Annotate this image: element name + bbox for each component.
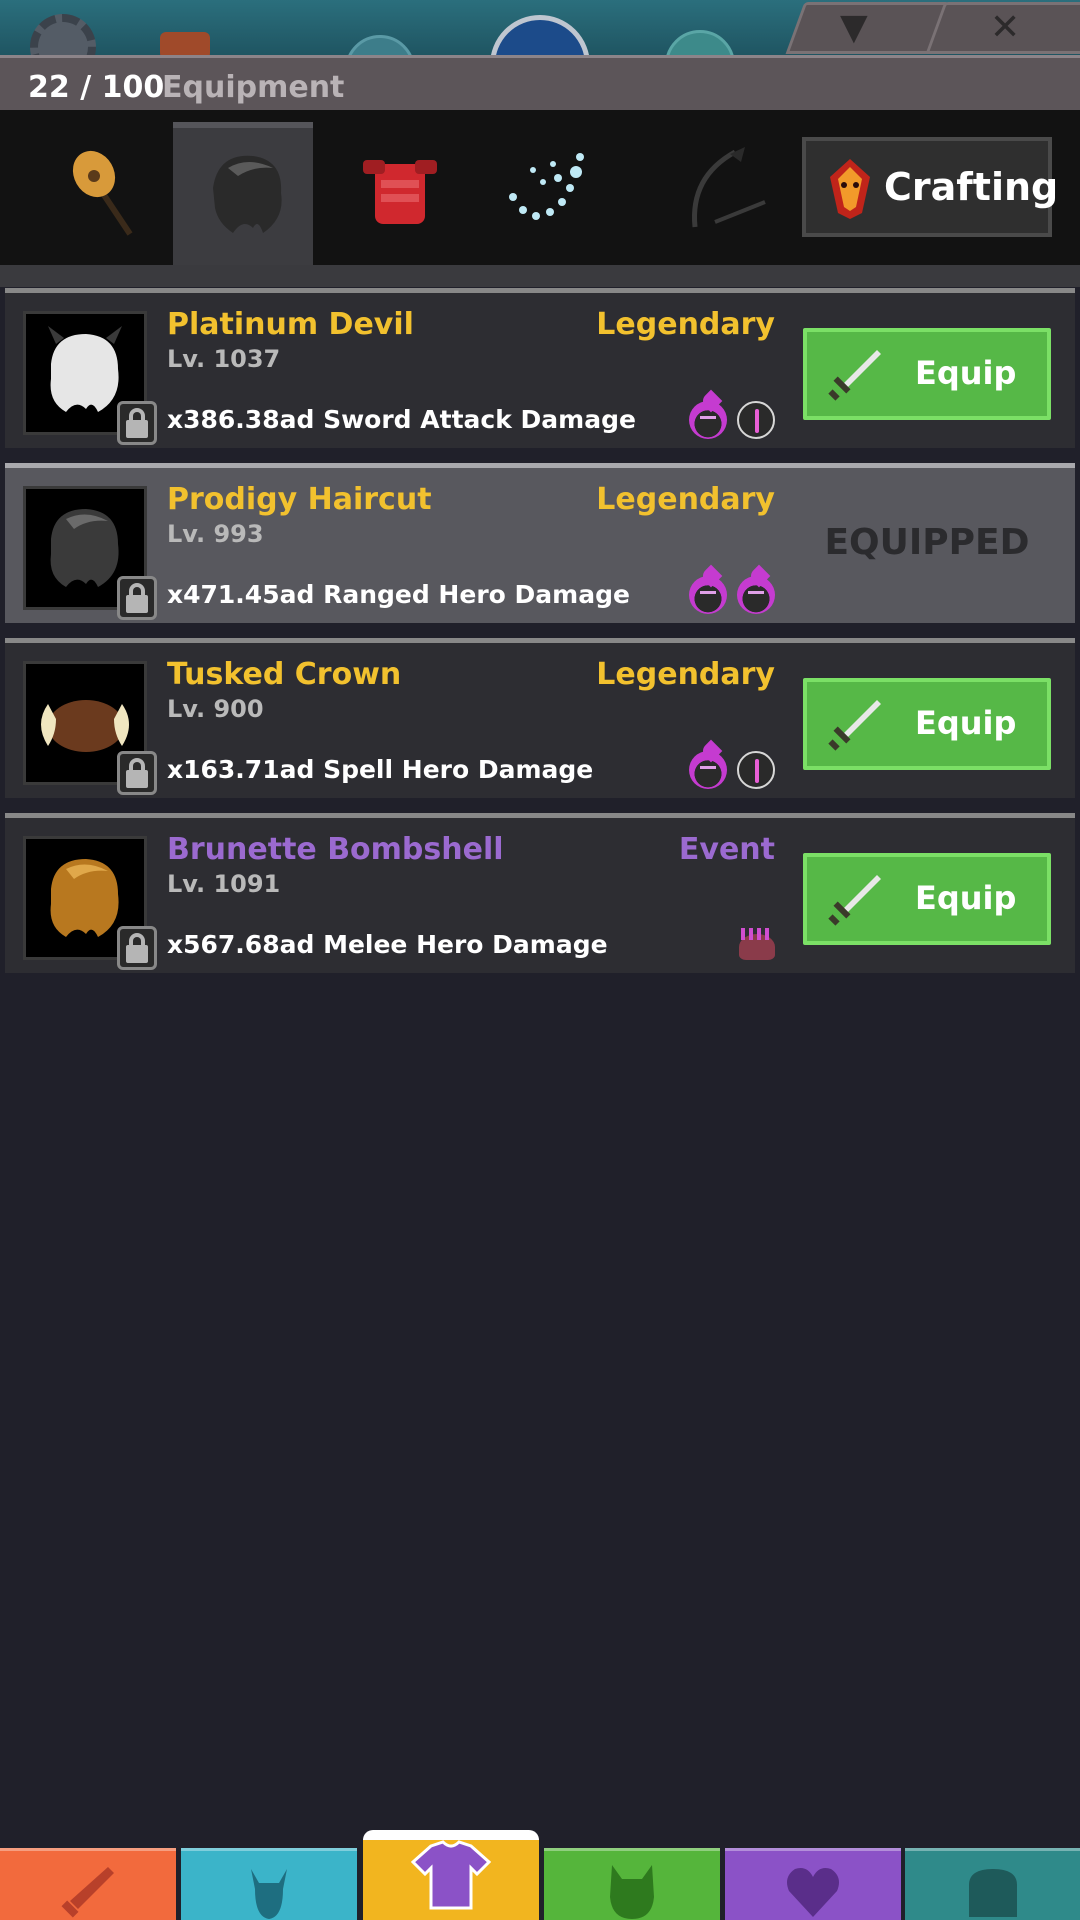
item-name: Platinum Devil bbox=[167, 307, 414, 342]
equipped-status: EQUIPPED bbox=[824, 522, 1030, 563]
equip-button[interactable]: Equip bbox=[803, 853, 1051, 945]
nav-equipment[interactable] bbox=[363, 1830, 539, 1920]
item-name: Tusked Crown bbox=[167, 657, 402, 692]
sword-nav-icon bbox=[61, 1867, 114, 1918]
equip-button[interactable]: Equip bbox=[803, 328, 1051, 420]
sword-badge-icon bbox=[737, 751, 775, 789]
chevron-down-icon: ▼ bbox=[840, 7, 868, 48]
nav-heroes[interactable] bbox=[181, 1848, 357, 1920]
tab-pet[interactable] bbox=[645, 122, 785, 265]
list-item[interactable]: Brunette Bombshell Event Lv. 1091 x567.6… bbox=[5, 813, 1075, 973]
equip-label: Equip bbox=[915, 354, 1017, 392]
shirt-nav-icon bbox=[411, 1840, 491, 1910]
tab-underline bbox=[0, 265, 1080, 287]
portal-orb-icon[interactable] bbox=[490, 15, 590, 55]
hair-icon bbox=[213, 155, 282, 233]
viking-nav-icon bbox=[251, 1869, 287, 1919]
item-rarity: Legendary bbox=[596, 482, 775, 517]
item-rarity: Legendary bbox=[596, 657, 775, 692]
item-stat: x471.45ad Ranged Hero Damage bbox=[167, 580, 630, 609]
sparkle-icon bbox=[509, 153, 584, 220]
heart-nav-icon bbox=[787, 1868, 839, 1917]
scythe-icon bbox=[692, 147, 766, 228]
item-stat: x163.71ad Spell Hero Damage bbox=[167, 755, 594, 784]
equipment-count: 22 / 100 bbox=[28, 70, 165, 105]
lock-icon[interactable] bbox=[117, 401, 157, 445]
item-name: Prodigy Haircut bbox=[167, 482, 432, 517]
lock-icon[interactable] bbox=[117, 926, 157, 970]
clan-shield-icon[interactable] bbox=[160, 32, 210, 55]
nav-weapons[interactable] bbox=[0, 1848, 176, 1920]
item-badges bbox=[689, 751, 775, 789]
list-item[interactable]: Tusked Crown Legendary Lv. 900 x163.71ad… bbox=[5, 638, 1075, 798]
equipment-header: 22 / 100 Equipment bbox=[0, 55, 1080, 110]
tab-armor[interactable] bbox=[325, 122, 465, 265]
item-rarity: Legendary bbox=[596, 307, 775, 342]
item-badges bbox=[689, 576, 775, 614]
item-name: Brunette Bombshell bbox=[167, 832, 504, 867]
crafting-label: Crafting bbox=[884, 165, 1059, 209]
flame-sad-badge-icon bbox=[737, 576, 775, 614]
item-badges bbox=[689, 401, 775, 439]
item-level: Lv. 1037 bbox=[167, 345, 281, 373]
sword-icon bbox=[828, 700, 881, 751]
nav-pets[interactable] bbox=[544, 1848, 720, 1920]
lock-icon[interactable] bbox=[117, 576, 157, 620]
item-stat: x567.68ad Melee Hero Damage bbox=[167, 930, 608, 959]
skill-orb-icon[interactable] bbox=[345, 35, 415, 55]
flame-devil-badge-icon bbox=[689, 576, 727, 614]
equip-label: Equip bbox=[915, 879, 1017, 917]
item-level: Lv. 900 bbox=[167, 695, 264, 723]
guitar-icon bbox=[72, 150, 133, 236]
sword-badge-icon bbox=[737, 401, 775, 439]
equip-button[interactable]: Equip bbox=[803, 678, 1051, 770]
bottom-nav bbox=[0, 1830, 1080, 1920]
tab-accessory[interactable] bbox=[468, 122, 608, 265]
armor-icon bbox=[363, 160, 437, 224]
item-level: Lv. 993 bbox=[167, 520, 264, 548]
equipment-title: Equipment bbox=[162, 70, 345, 105]
list-item[interactable]: Prodigy Haircut Legendary Lv. 993 x471.4… bbox=[5, 463, 1075, 623]
flame-devil-badge-icon bbox=[689, 401, 727, 439]
item-stat: x386.38ad Sword Attack Damage bbox=[167, 405, 636, 434]
nav-relics[interactable] bbox=[725, 1848, 901, 1920]
item-badges bbox=[739, 926, 775, 960]
flame-sad-badge-icon bbox=[689, 751, 727, 789]
item-rarity: Event bbox=[678, 832, 775, 867]
cat-nav-icon bbox=[610, 1865, 654, 1919]
nav-chests[interactable] bbox=[905, 1848, 1080, 1920]
equip-label: Equip bbox=[915, 704, 1017, 742]
chest-nav-icon bbox=[969, 1869, 1017, 1917]
tab-weapon[interactable] bbox=[32, 122, 172, 265]
skill-orb-icon[interactable] bbox=[665, 30, 735, 55]
sword-icon bbox=[828, 350, 881, 401]
equipment-screen: ▼ ✕ 22 / 100 Equipment Crafting Platinum… bbox=[0, 0, 1080, 1920]
list-item[interactable]: Platinum Devil Legendary Lv. 1037 x386.3… bbox=[5, 288, 1075, 448]
settings-gear-icon[interactable] bbox=[30, 14, 96, 55]
lock-icon[interactable] bbox=[117, 751, 157, 795]
tab-hair[interactable] bbox=[173, 122, 313, 265]
close-icon: ✕ bbox=[990, 7, 1021, 48]
crafting-button[interactable]: Crafting bbox=[802, 137, 1058, 237]
sword-icon bbox=[828, 875, 881, 926]
crafting-gem-icon bbox=[830, 159, 870, 219]
hedgehog-badge-icon bbox=[739, 928, 775, 960]
item-level: Lv. 1091 bbox=[167, 870, 281, 898]
